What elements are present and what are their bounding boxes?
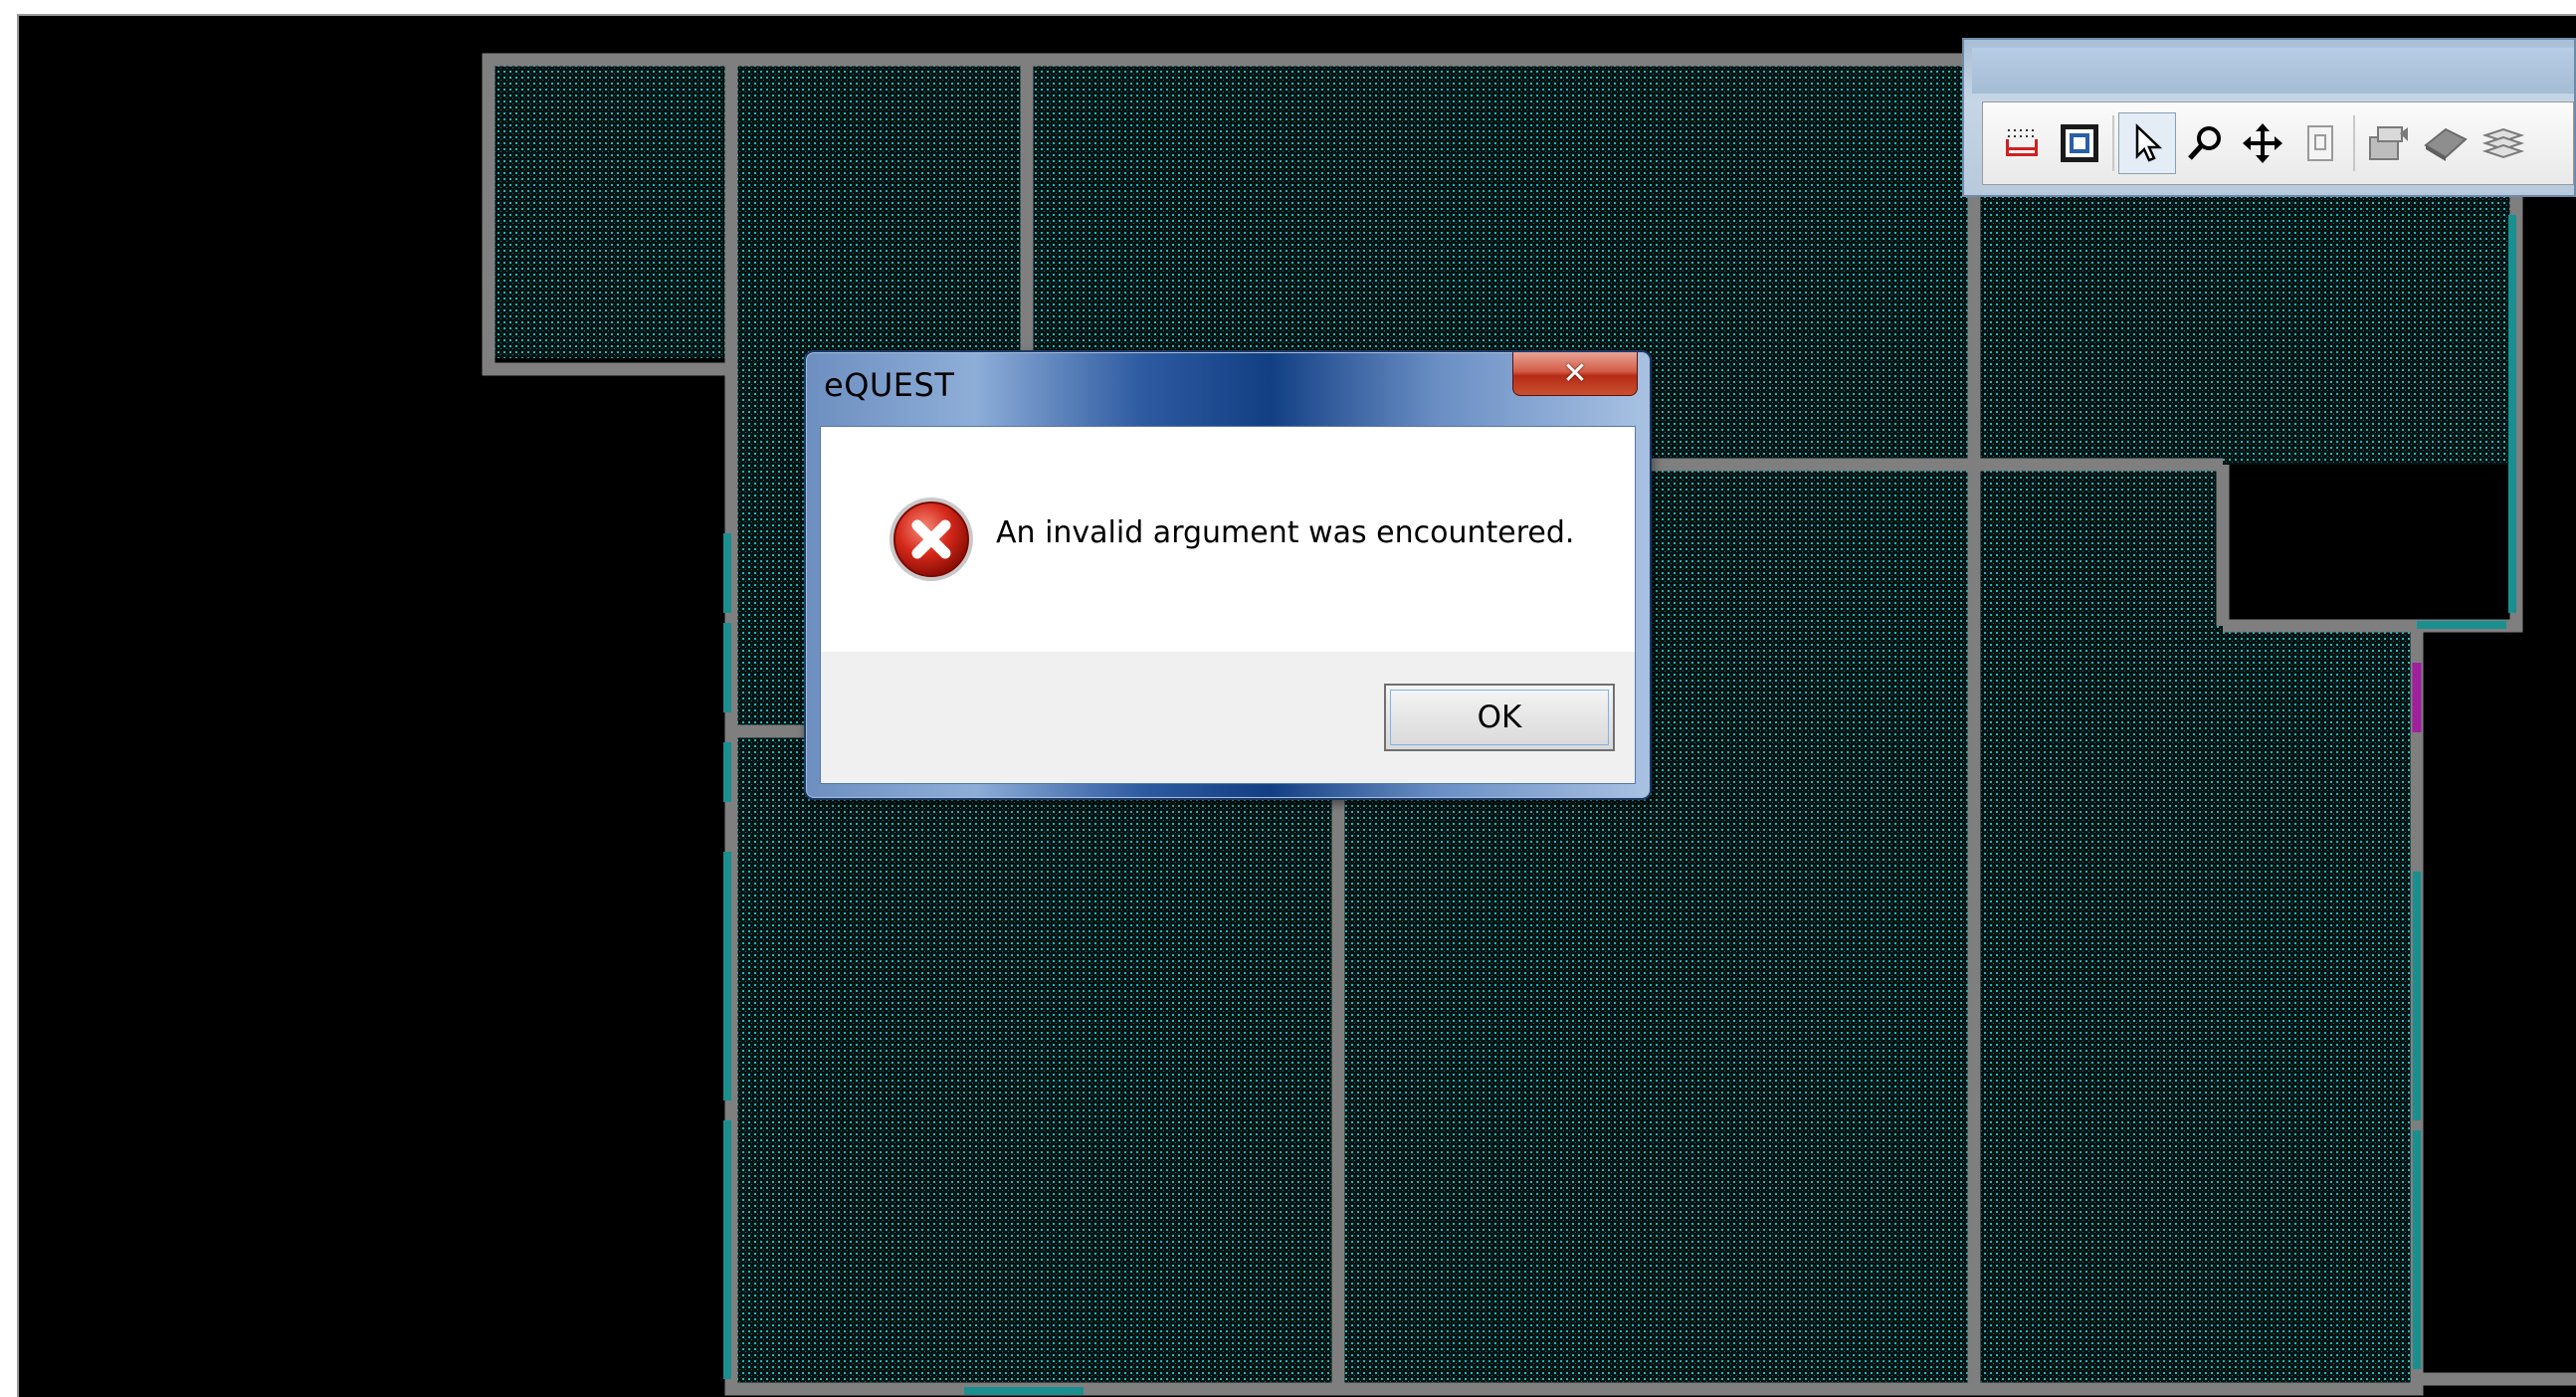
dialog-footer: OK [821,652,1635,783]
drawing-viewport: eQUEST ✕ An invalid argument was encount… [0,0,2576,1397]
select-arrow-icon[interactable] [2118,112,2176,174]
zoom-icon[interactable] [2176,112,2234,174]
document-icon[interactable] [2291,112,2349,174]
message-area: An invalid argument was encountered. [821,427,1635,652]
layer-icon[interactable] [2417,112,2475,174]
dotted-grid-icon[interactable] [1993,112,2051,174]
error-dialog: eQUEST ✕ An invalid argument was encount… [804,350,1652,800]
zone-right-upper[interactable] [1974,465,2223,626]
focus-rect [1390,690,1609,745]
zone-right-lower[interactable] [1974,626,2417,1389]
toolbar-separator [2353,115,2355,171]
properties-icon[interactable] [2359,112,2417,174]
toolbar-separator [2112,115,2114,171]
stack-icon[interactable] [2475,112,2532,174]
toolbar-buttons [1982,101,2574,185]
ok-button[interactable]: OK [1384,684,1615,751]
close-button[interactable]: ✕ [1512,352,1638,396]
error-icon [890,498,973,581]
toolbar-caption[interactable] [1972,48,2574,94]
zone-bottom-left[interactable] [731,731,1338,1389]
floating-toolbar [1962,38,2576,197]
dialog-title: eQUEST [824,366,955,404]
pan-move-icon[interactable] [2234,112,2291,174]
close-icon: ✕ [1562,356,1588,391]
zone-top-left[interactable] [489,60,739,358]
floor-plan-icon[interactable] [2051,112,2108,174]
error-message: An invalid argument was encountered. [996,515,1575,550]
dialog-body: An invalid argument was encountered. OK [820,426,1636,784]
